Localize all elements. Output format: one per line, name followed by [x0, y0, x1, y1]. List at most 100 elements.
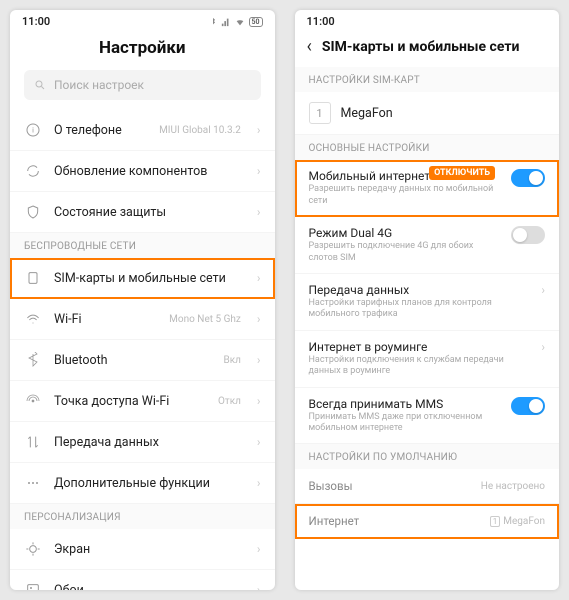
refresh-icon — [24, 162, 42, 180]
row-mms[interactable]: Всегда принимать MMS Принимать MMS даже … — [295, 388, 560, 445]
row-data-transfer[interactable]: Передача данных Настройки тарифных плано… — [295, 274, 560, 331]
mms-toggle[interactable] — [511, 397, 545, 415]
row-data-usage[interactable]: Передача данных › — [10, 422, 275, 463]
row-label: Обои — [54, 583, 245, 591]
row-label: Точка доступа Wi-Fi — [54, 394, 206, 409]
chevron-right-icon: › — [541, 283, 545, 297]
chevron-right-icon: › — [257, 205, 261, 219]
battery-icon: 50 — [249, 17, 263, 27]
row-wifi[interactable]: Wi-Fi Mono Net 5 Ghz › — [10, 299, 275, 340]
status-bar: 11:00 50 — [10, 10, 275, 30]
data-icon — [24, 433, 42, 451]
row-value: Откл — [218, 396, 241, 407]
row-label: Дополнительные функции — [54, 476, 245, 491]
bluetooth-icon — [24, 351, 42, 369]
row-security[interactable]: Состояние защиты › — [10, 192, 275, 233]
display-icon — [24, 540, 42, 558]
sim-number-badge: 1 — [309, 102, 331, 124]
row-label: Режим Dual 4G — [309, 226, 502, 240]
sim-badge-icon: 1 — [490, 516, 501, 527]
wifi-icon — [24, 310, 42, 328]
header: ‹ SIM-карты и мобильные сети — [295, 30, 560, 67]
def-value: Не настроено — [481, 481, 545, 492]
row-label: Wi-Fi — [54, 312, 157, 327]
clock: 11:00 — [307, 15, 335, 28]
section-wireless: БЕСПРОВОДНЫЕ СЕТИ — [10, 233, 275, 258]
def-label: Вызовы — [309, 479, 353, 493]
chevron-right-icon: › — [257, 353, 261, 367]
svg-text:i: i — [32, 126, 34, 135]
hotspot-icon — [24, 392, 42, 410]
chevron-right-icon: › — [257, 542, 261, 556]
chevron-right-icon: › — [257, 123, 261, 137]
row-bluetooth[interactable]: Bluetooth Вкл › — [10, 340, 275, 381]
row-value: Mono Net 5 Ghz — [169, 314, 241, 325]
status-icons: 50 — [208, 17, 263, 27]
row-subtitle: Принимать MMS даже при отключенном мобил… — [309, 412, 502, 435]
phone-sim-settings: 11:00 ‹ SIM-карты и мобильные сети НАСТР… — [295, 10, 560, 590]
row-label: Bluetooth — [54, 353, 211, 368]
section-main-settings: ОСНОВНЫЕ НАСТРОЙКИ — [295, 135, 560, 160]
row-hotspot[interactable]: Точка доступа Wi-Fi Откл › — [10, 381, 275, 422]
mobile-data-toggle[interactable] — [511, 169, 545, 187]
row-subtitle: Настройки подключения к службам передачи… — [309, 355, 532, 378]
row-label: Передача данных — [54, 435, 245, 450]
row-roaming[interactable]: Интернет в роуминге Настройки подключени… — [295, 331, 560, 388]
section-sim-settings: НАСТРОЙКИ SIM-КАРТ — [295, 67, 560, 92]
search-icon — [34, 79, 46, 91]
row-subtitle: Настройки тарифных планов для контроля м… — [309, 298, 532, 321]
wifi-icon — [234, 17, 246, 27]
row-label: SIM-карты и мобильные сети — [54, 271, 245, 286]
row-label: Интернет в роуминге — [309, 340, 532, 354]
row-about-phone[interactable]: i О телефоне MIUI Global 10.3.2 › — [10, 110, 275, 151]
row-label: Всегда принимать MMS — [309, 397, 502, 411]
row-label: Экран — [54, 542, 245, 557]
search-input[interactable]: Поиск настроек — [24, 70, 261, 100]
page-title: SIM-карты и мобильные сети — [322, 39, 519, 55]
bluetooth-icon — [208, 17, 218, 27]
search-placeholder: Поиск настроек — [54, 78, 144, 92]
row-subtitle: Разрешить подключение 4G для обоих слото… — [309, 241, 502, 264]
row-more[interactable]: Дополнительные функции › — [10, 463, 275, 504]
sim-icon — [24, 269, 42, 287]
row-label: О телефоне — [54, 123, 147, 138]
chevron-right-icon: › — [257, 394, 261, 408]
sim-card-row[interactable]: 1 MegaFon — [295, 92, 560, 135]
dual-4g-toggle[interactable] — [511, 226, 545, 244]
chevron-right-icon: › — [257, 164, 261, 178]
def-label: Интернет — [309, 514, 360, 528]
phone-settings: 11:00 50 Настройки Поиск настроек i О те… — [10, 10, 275, 590]
chevron-right-icon: › — [257, 476, 261, 490]
row-label: Передача данных — [309, 283, 532, 297]
more-icon — [24, 474, 42, 492]
chevron-right-icon: › — [257, 583, 261, 590]
row-label: Состояние защиты — [54, 205, 245, 220]
section-personalization: ПЕРСОНАЛИЗАЦИЯ — [10, 504, 275, 529]
chevron-right-icon: › — [257, 435, 261, 449]
row-value: MIUI Global 10.3.2 — [159, 125, 241, 136]
back-button[interactable]: ‹ — [305, 36, 314, 57]
wallpaper-icon — [24, 581, 42, 590]
def-value: 1MegaFon — [490, 516, 545, 527]
info-icon: i — [24, 121, 42, 139]
section-defaults: НАСТРОЙКИ ПО УМОЛЧАНИЮ — [295, 444, 560, 469]
shield-icon — [24, 203, 42, 221]
row-dual-4g[interactable]: Режим Dual 4G Разрешить подключение 4G д… — [295, 217, 560, 274]
row-subtitle: Разрешить передачу данных по мобильной с… — [309, 184, 502, 207]
row-value: Вкл — [223, 355, 240, 366]
sim-label: MegaFon — [341, 106, 393, 121]
default-calls-row[interactable]: Вызовы Не настроено — [295, 469, 560, 504]
page-title: Настройки — [10, 30, 275, 70]
row-label: Обновление компонентов — [54, 164, 245, 179]
default-internet-row[interactable]: Интернет 1MegaFon — [295, 504, 560, 539]
signal-icon — [221, 17, 231, 27]
chevron-right-icon: › — [541, 340, 545, 354]
row-wallpaper[interactable]: Обои › — [10, 570, 275, 590]
row-mobile-data[interactable]: Мобильный интернет Разрешить передачу да… — [295, 160, 560, 217]
chevron-right-icon: › — [257, 312, 261, 326]
row-updates[interactable]: Обновление компонентов › — [10, 151, 275, 192]
row-display[interactable]: Экран › — [10, 529, 275, 570]
row-sim-networks[interactable]: SIM-карты и мобильные сети › — [10, 258, 275, 299]
clock: 11:00 — [22, 15, 50, 28]
status-bar: 11:00 — [295, 10, 560, 30]
